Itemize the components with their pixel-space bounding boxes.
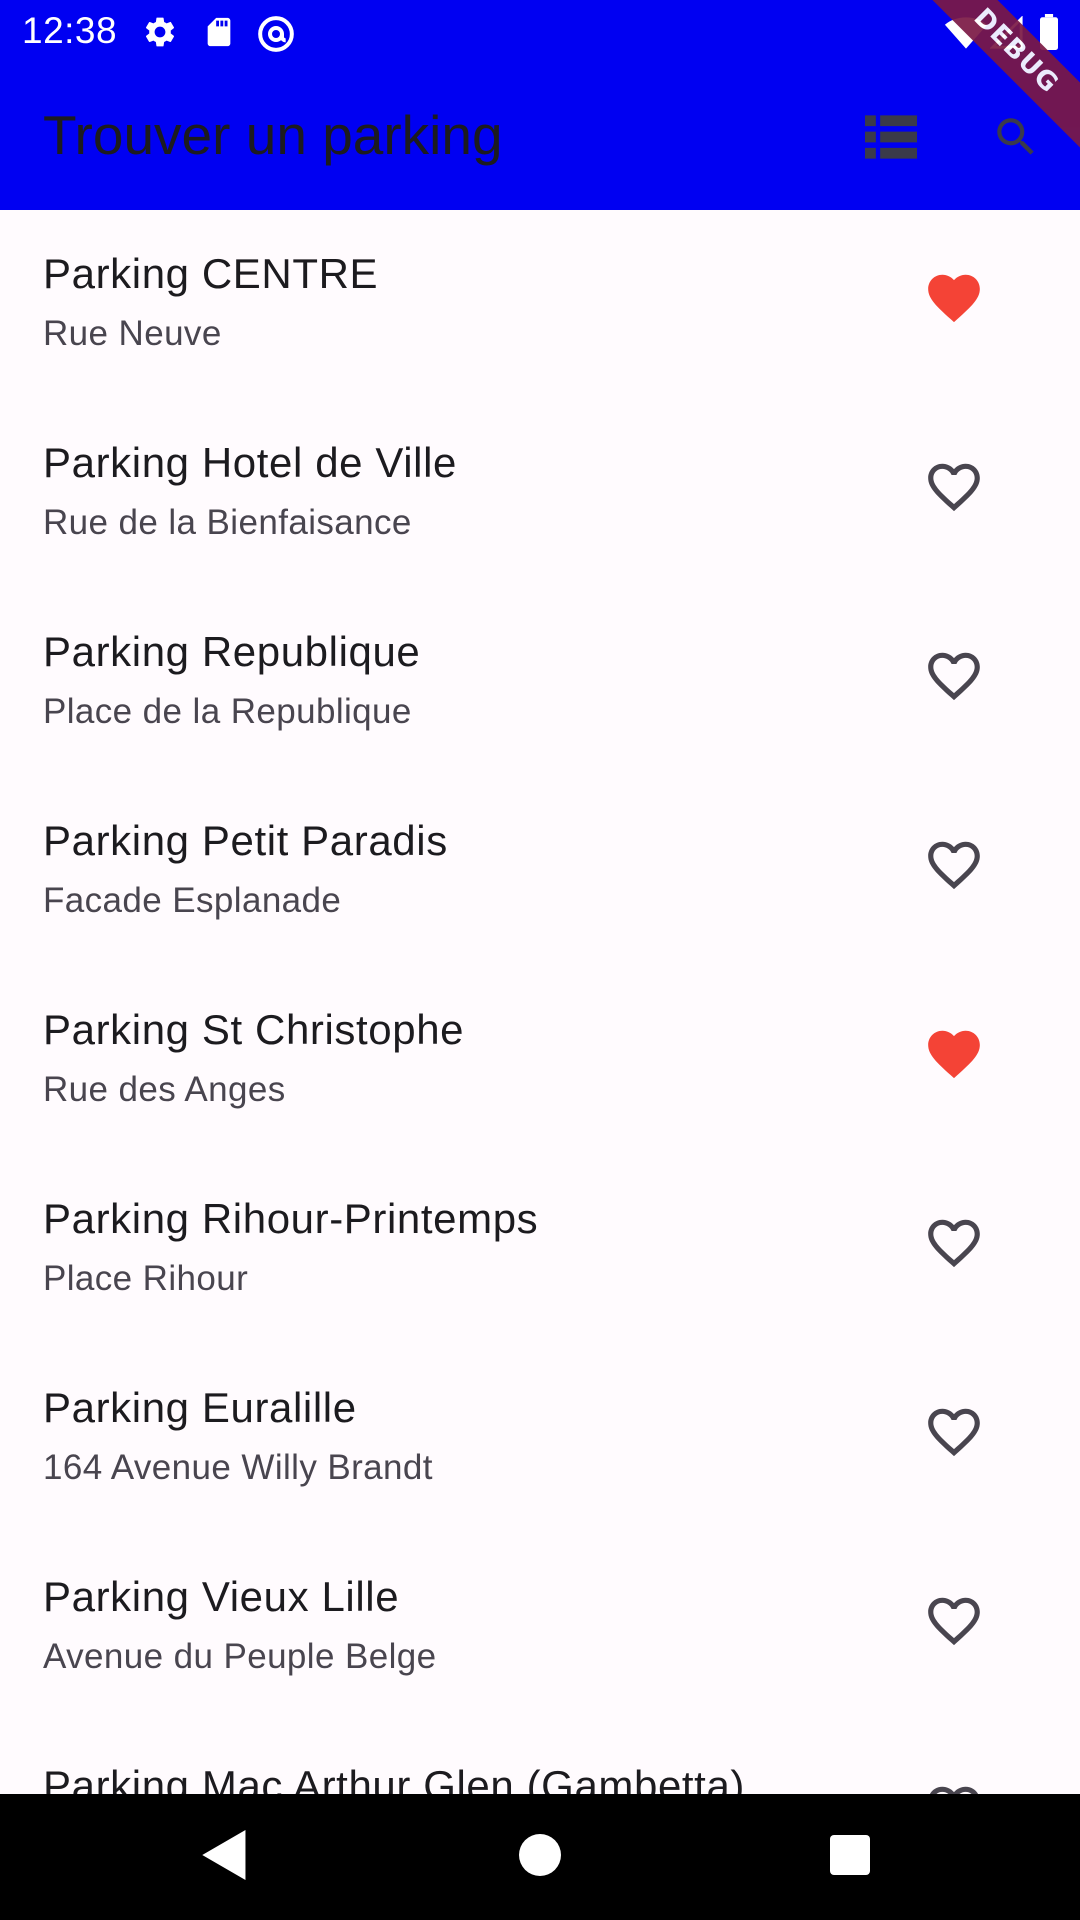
- navigation-bar: [0, 1794, 1080, 1920]
- list-view-button[interactable]: [855, 103, 927, 175]
- favorite-button[interactable]: [918, 642, 990, 714]
- heart-filled-icon: [923, 1023, 985, 1090]
- at-sign-icon: [256, 14, 296, 59]
- parking-address: Place Rihour: [43, 1259, 249, 1298]
- favorite-button[interactable]: [918, 831, 990, 903]
- status-bar: 12:38: [0, 0, 1080, 63]
- list-item[interactable]: Parking Mac Arthur Glen (Gambetta): [0, 1722, 1080, 1794]
- favorite-button[interactable]: [918, 1587, 990, 1659]
- parking-name: Parking Petit Paradis: [43, 817, 448, 864]
- list-item[interactable]: Parking Petit Paradis Facade Esplanade: [0, 777, 1080, 966]
- favorite-button[interactable]: [918, 1776, 990, 1794]
- page-title: Trouver un parking: [43, 104, 503, 166]
- list-item[interactable]: Parking CENTRE Rue Neuve: [0, 210, 1080, 399]
- recents-button[interactable]: [815, 1822, 885, 1892]
- parking-address: Place de la Republique: [43, 692, 412, 731]
- home-icon: [519, 1833, 561, 1881]
- parking-name: Parking Republique: [43, 628, 421, 675]
- list-view-icon: [865, 114, 917, 164]
- heart-outline-icon: [923, 834, 985, 901]
- home-button[interactable]: [505, 1822, 575, 1892]
- recents-icon: [830, 1834, 870, 1880]
- parking-address: Rue des Anges: [43, 1070, 286, 1109]
- parking-address: 164 Avenue Willy Brandt: [43, 1448, 433, 1487]
- back-button[interactable]: [190, 1822, 260, 1892]
- heart-outline-icon: [923, 1401, 985, 1468]
- heart-outline-icon: [923, 645, 985, 712]
- list-item[interactable]: Parking Rihour-Printemps Place Rihour: [0, 1155, 1080, 1344]
- heart-outline-icon: [923, 1779, 985, 1794]
- parking-list[interactable]: Parking CENTRE Rue Neuve Parking Hotel de …: [0, 210, 1080, 1794]
- back-icon: [202, 1829, 248, 1885]
- heart-outline-icon: [923, 456, 985, 523]
- parking-address: Rue Neuve: [43, 314, 222, 353]
- heart-outline-icon: [923, 1212, 985, 1279]
- status-time: 12:38: [22, 10, 118, 51]
- list-item[interactable]: Parking Republique Place de la Republique: [0, 588, 1080, 777]
- app-bar: Trouver un parking: [0, 63, 1080, 210]
- favorite-button[interactable]: [918, 1020, 990, 1092]
- parking-name: Parking Mac Arthur Glen (Gambetta): [43, 1762, 745, 1794]
- parking-name: Parking CENTRE: [43, 250, 379, 297]
- parking-address: Rue de la Bienfaisance: [43, 503, 412, 542]
- parking-name: Parking Euralille: [43, 1384, 357, 1431]
- list-item[interactable]: Parking St Christophe Rue des Anges: [0, 966, 1080, 1155]
- list-item[interactable]: Parking Vieux Lille Avenue du Peuple Belg…: [0, 1533, 1080, 1722]
- heart-filled-icon: [923, 267, 985, 334]
- favorite-button[interactable]: [918, 1209, 990, 1281]
- sd-card-icon: [202, 14, 236, 55]
- search-icon: [991, 112, 1041, 167]
- heart-outline-icon: [923, 1590, 985, 1657]
- parking-address: Facade Esplanade: [43, 881, 342, 920]
- search-button[interactable]: [980, 103, 1052, 175]
- parking-name: Parking St Christophe: [43, 1006, 465, 1053]
- screen: 12:38 Trouver un parking Parking CENTRE …: [0, 0, 1080, 1920]
- parking-address: Avenue du Peuple Belge: [43, 1637, 437, 1676]
- favorite-button[interactable]: [918, 1398, 990, 1470]
- parking-name: Parking Vieux Lille: [43, 1573, 400, 1620]
- favorite-button[interactable]: [918, 453, 990, 525]
- parking-name: Parking Hotel de Ville: [43, 439, 457, 486]
- list-item[interactable]: Parking Euralille 164 Avenue Willy Brandt: [0, 1344, 1080, 1533]
- parking-name: Parking Rihour-Printemps: [43, 1195, 539, 1242]
- favorite-button[interactable]: [918, 264, 990, 336]
- list-item[interactable]: Parking Hotel de Ville Rue de la Bienfais…: [0, 399, 1080, 588]
- settings-icon: [142, 14, 178, 55]
